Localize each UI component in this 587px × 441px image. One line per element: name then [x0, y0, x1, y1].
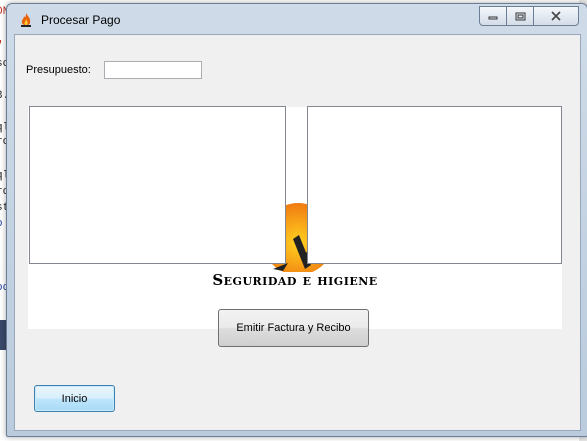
flame-logo-icon — [21, 13, 31, 27]
emit-invoice-receipt-button[interactable]: Emitir Factura y Recibo — [218, 309, 369, 347]
close-button[interactable] — [533, 6, 579, 26]
logo-caption: Seguridad e higiene — [212, 271, 378, 289]
window-title: Procesar Pago — [41, 13, 121, 27]
title-bar[interactable]: Procesar Pago — [7, 4, 587, 34]
minimize-button[interactable] — [479, 6, 507, 26]
receipt-preview-panel — [307, 106, 562, 264]
home-button[interactable]: Inicio — [34, 385, 115, 412]
budget-input[interactable] — [104, 61, 202, 79]
window-controls — [479, 6, 579, 26]
minimize-icon — [488, 16, 498, 20]
close-icon — [551, 11, 561, 21]
code-fragment: o — [0, 218, 3, 230]
maximize-button[interactable] — [506, 6, 534, 26]
maximize-icon — [515, 12, 525, 20]
code-fragment: " — [0, 40, 3, 52]
invoice-preview-panel — [29, 106, 286, 264]
budget-label: Presupuesto: — [26, 64, 91, 76]
